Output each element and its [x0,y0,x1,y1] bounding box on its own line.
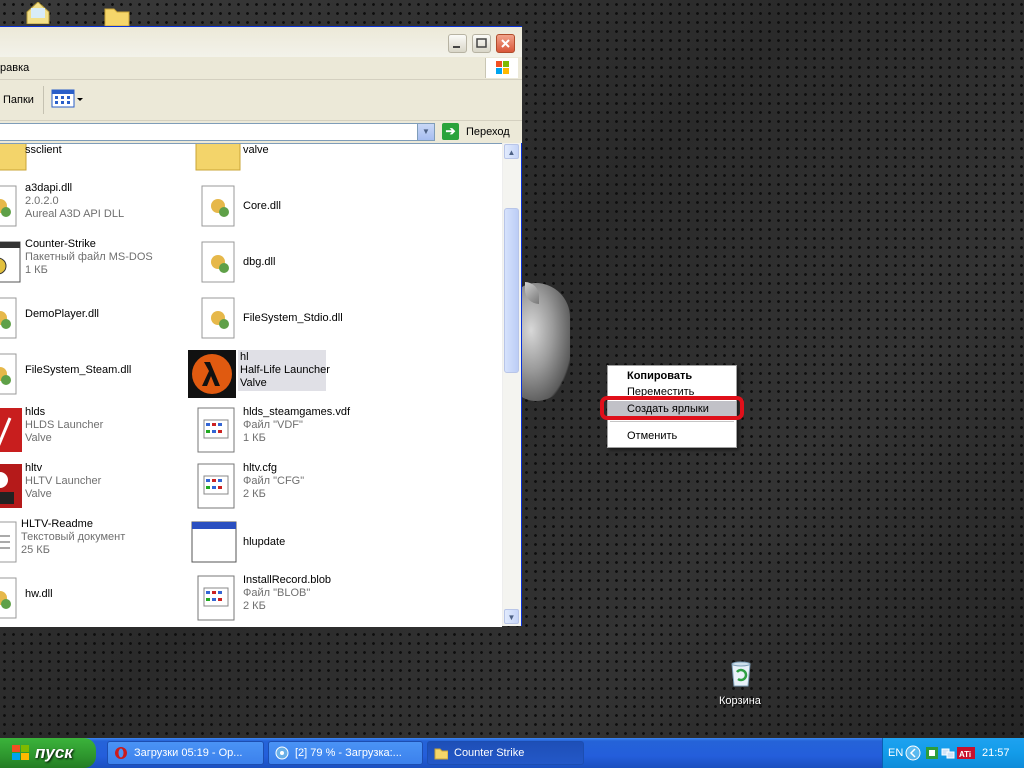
annotation-highlight-ring [600,396,744,420]
hltv-icon [0,464,22,508]
language-indicator[interactable]: EN [888,747,903,759]
generic-file-icon [197,463,235,509]
generic-file-icon [197,575,235,621]
folder-icon [195,144,241,171]
list-item[interactable]: hltv HLTV Launcher Valve [0,462,176,510]
list-item[interactable]: hlds_steamgames.vdf Файл "VDF" 1 КБ [194,406,444,454]
windows-flag-icon [12,745,29,760]
dll-icon [201,241,235,283]
file-list[interactable]: ssclient a3dapi.dll 2.0.2.0 Aureal A3D API… [0,143,502,627]
title-bar[interactable] [0,27,522,57]
address-input[interactable]: ▼ [0,123,435,141]
list-item[interactable]: hlupdate [190,518,440,566]
svg-text:ATi: ATi [959,750,971,759]
folder-icon [434,748,448,760]
address-dropdown-icon[interactable]: ▼ [417,124,434,140]
vertical-scrollbar[interactable]: ▲ ▼ [502,143,521,626]
menu-item-cancel[interactable]: Отменить [608,428,736,444]
views-button[interactable] [51,88,87,110]
scroll-up-icon[interactable]: ▲ [504,144,519,159]
list-item[interactable]: FileSystem_Steam.dll [0,350,176,398]
list-item[interactable]: ssclient [0,144,180,172]
dll-icon [201,297,235,339]
system-tray: EN ATi 21:57 [882,738,1024,768]
list-item[interactable]: hlds HLDS Launcher Valve [0,406,176,454]
half-life-icon [188,350,236,398]
folders-button[interactable]: Папки [3,94,34,106]
clock[interactable]: 21:57 [982,747,1010,759]
list-item[interactable]: HLTV-Readme Текстовый документ 25 КБ [0,518,176,566]
hlds-icon [0,408,22,452]
tray-expand-icon[interactable] [905,745,921,761]
folder-icon [0,144,27,171]
list-item[interactable]: DemoPlayer.dll [0,294,176,342]
list-item[interactable]: dbg.dll [194,238,444,286]
list-item[interactable]: hw.dll [0,574,176,622]
address-bar: ▼ ➔ Переход [0,121,522,143]
taskbar: пуск Загрузки 05:19 - Ор... [2] 79 % - З… [0,738,1024,768]
minimize-button[interactable] [448,34,467,53]
application-window-icon [191,521,237,563]
scroll-thumb[interactable] [504,208,519,373]
list-item[interactable]: Core.dll [194,182,444,230]
menu-help[interactable]: равка [0,62,29,74]
views-icon [51,89,83,108]
dll-icon [0,185,17,227]
opera-icon [115,747,127,759]
dll-icon [0,353,17,395]
desktop-envelope-icon[interactable] [25,1,51,25]
network-icon[interactable] [925,746,939,760]
dll-icon [0,297,17,339]
menu-item-copy[interactable]: Копировать [608,368,736,384]
download-icon [275,746,289,760]
dll-icon [201,185,235,227]
list-item[interactable]: Counter-Strike Пакетный файл MS-DOS 1 КБ [0,238,176,286]
taskbar-button-download[interactable]: [2] 79 % - Загрузка:... [268,741,423,765]
list-item-selected[interactable]: hl Half-Life Launcher Valve [188,350,438,398]
list-item[interactable]: valve [194,144,444,172]
go-arrow-icon[interactable]: ➔ [442,123,459,140]
menu-separator [610,421,734,422]
generic-file-icon [197,407,235,453]
maximize-button[interactable] [472,34,491,53]
connection-icon[interactable] [941,746,955,760]
menu-bar: равка [0,57,522,80]
list-item[interactable]: hltv.cfg Файл "CFG" 2 КБ [194,462,444,510]
desktop-folder-icon[interactable] [104,4,130,27]
start-button[interactable]: пуск [0,738,96,768]
toolbar: Папки [0,80,522,121]
scroll-down-icon[interactable]: ▼ [504,609,519,624]
toolbar-separator [43,86,44,114]
dll-icon [0,577,17,619]
recycle-bin-icon[interactable] [726,658,756,688]
list-item[interactable]: InstallRecord.blob Файл "BLOB" 2 КБ [194,574,444,622]
close-button[interactable] [496,34,515,53]
list-item[interactable]: FileSystem_Stdio.dll [194,294,444,342]
ati-icon[interactable]: ATi [957,746,975,760]
taskbar-button-opera[interactable]: Загрузки 05:19 - Ор... [107,741,264,765]
windows-logo-icon [485,58,518,78]
explorer-window[interactable]: равка Папки ▼ ➔ Переход ssclient a3dapi.… [0,26,522,627]
list-item[interactable]: a3dapi.dll 2.0.2.0 Aureal A3D API DLL [0,182,176,230]
recycle-bin-label: Корзина [719,695,761,707]
batch-file-icon [0,241,21,283]
go-button[interactable]: Переход [466,126,510,138]
taskbar-button-counter-strike[interactable]: Counter Strike [427,741,584,765]
